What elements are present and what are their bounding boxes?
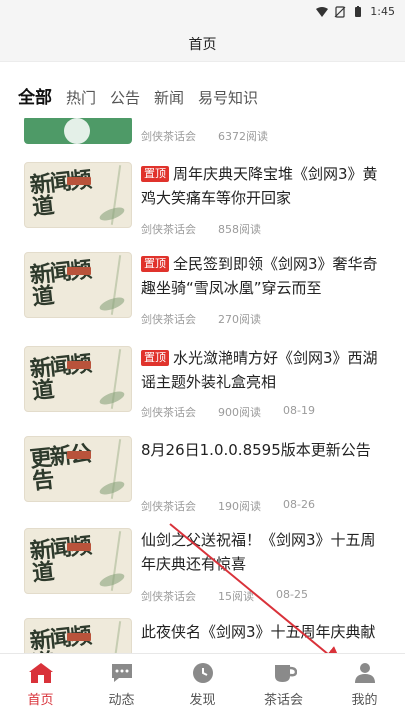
article-source: 剑侠茶话会 bbox=[141, 223, 196, 236]
list-item[interactable]: 更新公告 8月26日1.0.0.8595版本更新公告 剑侠茶话会 190阅读 0… bbox=[0, 436, 405, 514]
article-title-text: 此夜侠名《剑网3》十五周年庆典献 bbox=[141, 623, 376, 641]
nav-feed[interactable]: 动态 bbox=[81, 662, 162, 711]
article-thumbnail: 新闻频道 bbox=[24, 346, 132, 412]
article-meta: 剑侠茶话会 900阅读 08-19 bbox=[141, 404, 315, 420]
article-thumbnail: 新闻频道 bbox=[24, 252, 132, 318]
article-title-text: 8月26日1.0.0.8595版本更新公告 bbox=[141, 441, 371, 459]
article-source: 剑侠茶话会 bbox=[141, 130, 196, 143]
nav-discover-label: 发现 bbox=[189, 693, 216, 708]
tab-news[interactable]: 新闻 bbox=[154, 86, 184, 110]
seal-stamp bbox=[67, 543, 91, 551]
article-meta: 剑侠茶话会 270阅读 bbox=[141, 311, 261, 327]
list-item-partial[interactable]: 剑侠茶话会 6372阅读 bbox=[0, 118, 405, 148]
nav-discover[interactable]: 发现 bbox=[162, 662, 243, 711]
tea-cup-icon bbox=[274, 665, 297, 682]
article-source: 剑侠茶话会 bbox=[141, 406, 196, 419]
article-reads: 858阅读 bbox=[218, 223, 261, 236]
article-title: 仙剑之父送祝福！《剑网3》十五周年庆典还有惊喜 bbox=[141, 528, 386, 576]
seal-stamp bbox=[67, 267, 91, 275]
thumbnail-brush-text: 新闻频道 bbox=[28, 166, 92, 221]
tab-account-knowledge[interactable]: 易号知识 bbox=[198, 86, 258, 110]
seal-stamp bbox=[67, 633, 91, 641]
article-title: 置顶 周年庆典天降宝堆《剑网3》黄鸡大笑痛车等你开回家 bbox=[141, 162, 386, 210]
thumbnail-brush-text: 新闻频道 bbox=[28, 350, 92, 405]
article-meta: 剑侠茶话会 858阅读 bbox=[141, 221, 261, 237]
article-reads: 6372阅读 bbox=[218, 130, 268, 143]
thumbnail-brush-text: 新闻频道 bbox=[28, 532, 92, 587]
article-thumbnail: 新闻频道 bbox=[24, 618, 132, 653]
article-reads: 190阅读 bbox=[218, 500, 261, 513]
list-item[interactable]: 新闻频道 此夜侠名《剑网3》十五周年庆典献 bbox=[0, 618, 405, 653]
pinned-tag: 置顶 bbox=[141, 256, 169, 272]
seal-stamp bbox=[67, 177, 91, 185]
seal-stamp bbox=[67, 361, 91, 369]
article-title-text: 仙剑之父送祝福！《剑网3》十五周年庆典还有惊喜 bbox=[141, 531, 376, 573]
status-icons: 1:45 bbox=[316, 5, 395, 18]
nav-tea-party-label: 茶话会 bbox=[263, 693, 303, 708]
article-meta: 剑侠茶话会 6372阅读 bbox=[141, 128, 268, 144]
page-title: 首页 bbox=[188, 37, 217, 53]
article-title-text: 周年庆典天降宝堆《剑网3》黄鸡大笑痛车等你开回家 bbox=[141, 165, 378, 207]
list-item[interactable]: 新闻频道 置顶 周年庆典天降宝堆《剑网3》黄鸡大笑痛车等你开回家 剑侠茶话会 85… bbox=[0, 162, 405, 238]
person-icon bbox=[354, 663, 375, 683]
article-thumbnail: 更新公告 bbox=[24, 436, 132, 502]
article-reads: 15阅读 bbox=[218, 590, 254, 603]
pinned-tag: 置顶 bbox=[141, 166, 169, 182]
nav-home[interactable]: 首页 bbox=[0, 662, 81, 711]
article-source: 剑侠茶话会 bbox=[141, 313, 196, 326]
article-meta: 剑侠茶话会 15阅读 08-25 bbox=[141, 588, 308, 604]
nav-profile-label: 我的 bbox=[351, 693, 378, 708]
article-title-text: 全民签到即领《剑网3》奢华奇趣坐骑“雪凤冰凰”穿云而至 bbox=[141, 255, 378, 297]
home-icon bbox=[28, 663, 53, 683]
article-title: 置顶 水光潋滟晴方好《剑网3》西湖谣主题外装礼盒亮相 bbox=[141, 346, 386, 394]
list-item[interactable]: 新闻频道 置顶 水光潋滟晴方好《剑网3》西湖谣主题外装礼盒亮相 剑侠茶话会 900… bbox=[0, 346, 405, 422]
wifi-icon bbox=[316, 6, 329, 17]
app-header: 首页 bbox=[0, 24, 405, 62]
thumbnail-brush-text: 更新公告 bbox=[28, 440, 92, 495]
compass-icon bbox=[192, 663, 213, 683]
status-bar: 1:45 bbox=[0, 0, 405, 24]
logo-icon bbox=[64, 118, 90, 144]
category-tabs: 全部 热门 公告 新闻 易号知识 bbox=[18, 74, 258, 110]
article-title: 此夜侠名《剑网3》十五周年庆典献 bbox=[141, 620, 386, 644]
seal-stamp bbox=[67, 451, 91, 459]
article-thumbnail: 新闻频道 bbox=[24, 528, 132, 594]
nav-tea-party[interactable]: 茶话会 bbox=[243, 662, 324, 711]
list-item[interactable]: 新闻频道 仙剑之父送祝福！《剑网3》十五周年庆典还有惊喜 剑侠茶话会 15阅读 … bbox=[0, 528, 405, 604]
status-time: 1:45 bbox=[370, 5, 395, 18]
article-date: 08-26 bbox=[283, 498, 315, 511]
tab-all[interactable]: 全部 bbox=[18, 86, 52, 110]
article-reads: 270阅读 bbox=[218, 313, 261, 326]
article-reads: 900阅读 bbox=[218, 406, 261, 419]
article-source: 剑侠茶话会 bbox=[141, 500, 196, 513]
article-title-text: 水光潋滟晴方好《剑网3》西湖谣主题外装礼盒亮相 bbox=[141, 349, 378, 391]
battery-icon bbox=[355, 5, 362, 17]
bamboo-decoration bbox=[110, 621, 122, 653]
article-thumbnail: 新闻频道 bbox=[24, 162, 132, 228]
tab-hot[interactable]: 热门 bbox=[66, 86, 96, 110]
article-meta: 剑侠茶话会 190阅读 08-26 bbox=[141, 498, 315, 514]
nav-home-label: 首页 bbox=[27, 693, 54, 708]
article-title: 置顶 全民签到即领《剑网3》奢华奇趣坐骑“雪凤冰凰”穿云而至 bbox=[141, 252, 386, 300]
tab-announcements[interactable]: 公告 bbox=[110, 86, 140, 110]
nav-profile[interactable]: 我的 bbox=[324, 662, 405, 711]
bottom-nav: 首页 动态 发现 茶话会 我的 bbox=[0, 653, 405, 720]
article-source: 剑侠茶话会 bbox=[141, 590, 196, 603]
article-date: 08-25 bbox=[276, 588, 308, 601]
thumbnail-brush-text: 新闻频道 bbox=[28, 256, 92, 311]
pinned-tag: 置顶 bbox=[141, 350, 169, 366]
no-sim-icon bbox=[334, 5, 346, 18]
list-item[interactable]: 新闻频道 置顶 全民签到即领《剑网3》奢华奇趣坐骑“雪凤冰凰”穿云而至 剑侠茶话会… bbox=[0, 252, 405, 328]
article-title: 8月26日1.0.0.8595版本更新公告 bbox=[141, 438, 386, 462]
article-thumbnail bbox=[24, 118, 132, 144]
chat-icon bbox=[111, 664, 132, 682]
news-feed[interactable]: 剑侠茶话会 6372阅读 新闻频道 置顶 周年庆典天降宝堆《剑网3》黄鸡大笑痛车等… bbox=[0, 118, 405, 653]
article-date: 08-19 bbox=[283, 404, 315, 417]
nav-feed-label: 动态 bbox=[108, 693, 135, 708]
